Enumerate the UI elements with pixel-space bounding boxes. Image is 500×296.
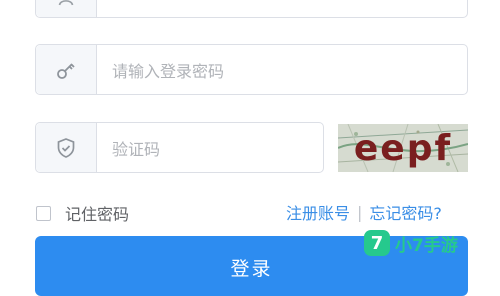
shield-check-icon xyxy=(57,137,75,158)
captcha-image[interactable]: eepf xyxy=(338,124,468,172)
password-field[interactable]: 请输入登录密码 xyxy=(35,44,468,95)
password-placeholder: 请输入登录密码 xyxy=(112,61,225,81)
captcha-input-field[interactable]: 验证码 xyxy=(35,122,324,173)
watermark: 7 小7手游 xyxy=(364,226,458,260)
remember-password[interactable]: 记住密码 xyxy=(36,201,129,225)
watermark-text: 小7手游 xyxy=(395,235,458,256)
password-icon-cell xyxy=(36,45,97,94)
user-icon xyxy=(58,0,74,6)
user-icon-cell xyxy=(36,0,97,17)
captcha-text: eepf xyxy=(353,127,453,169)
captcha-icon-cell xyxy=(36,123,97,172)
register-link[interactable]: 注册账号 xyxy=(286,200,350,224)
login-button-label: 登录 xyxy=(230,258,273,280)
remember-label: 记住密码 xyxy=(65,205,130,224)
forgot-password-link[interactable]: 忘记密码? xyxy=(369,200,442,224)
key-icon xyxy=(57,62,75,79)
watermark-logo-icon: 7 xyxy=(364,230,390,256)
account-links: 注册账号 | 忘记密码? xyxy=(286,200,442,224)
remember-checkbox[interactable] xyxy=(36,205,51,221)
username-field[interactable] xyxy=(35,0,468,18)
captcha-placeholder: 验证码 xyxy=(112,139,161,159)
links-separator: | xyxy=(357,202,363,222)
